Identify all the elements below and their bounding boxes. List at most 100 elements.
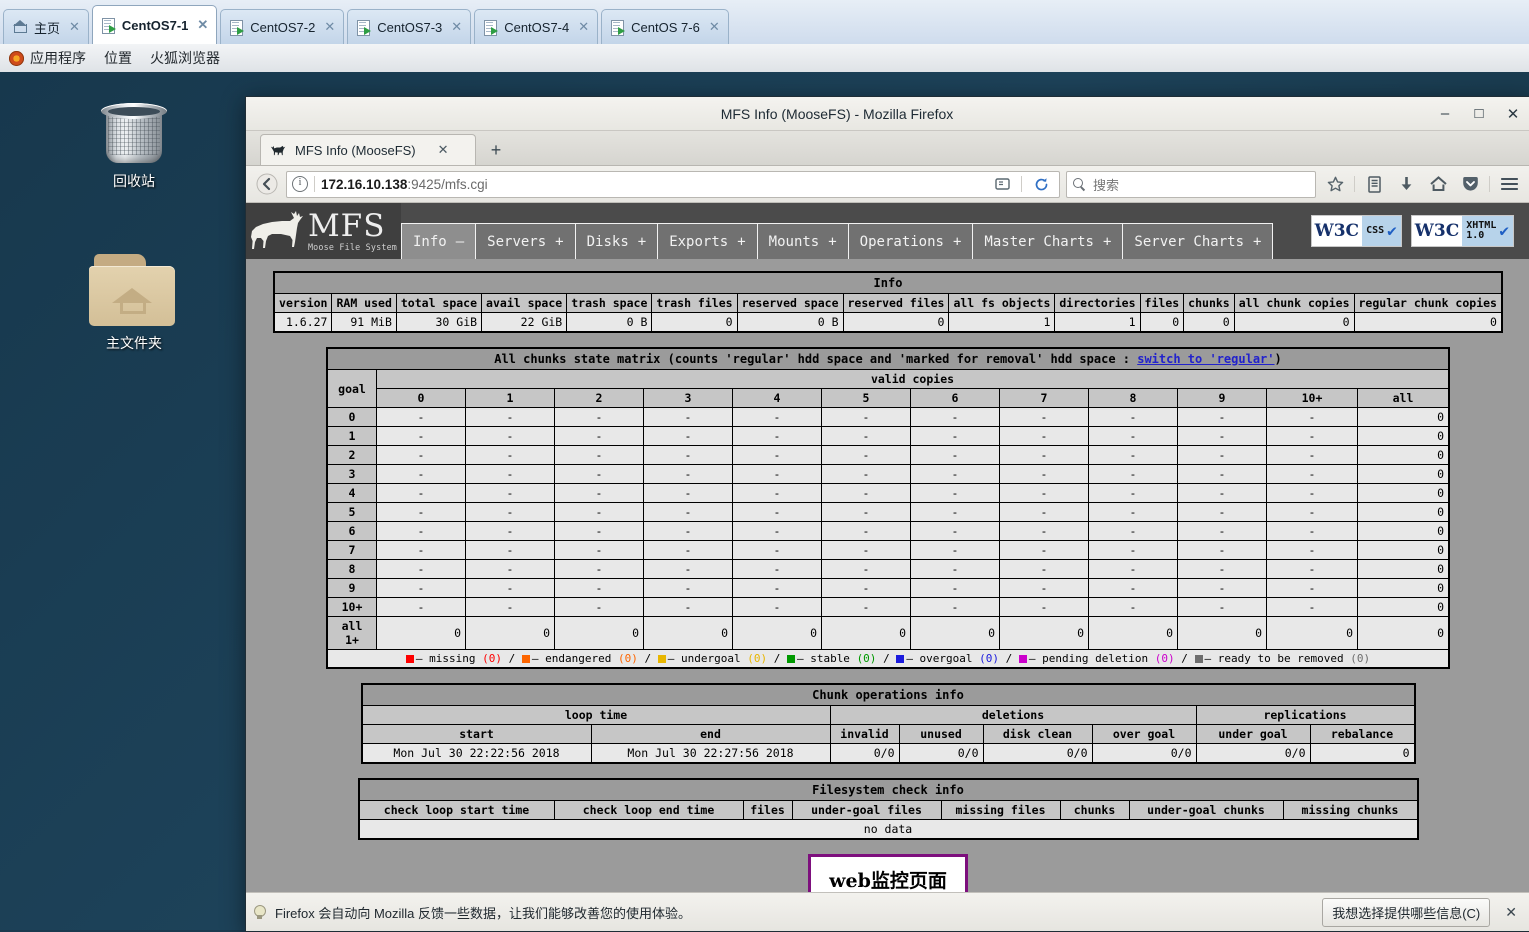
url-bar[interactable]: i 172.16.10.138:9425/mfs.cgi [286,170,1060,198]
vm-tab-3[interactable]: CentOS7-3 ✕ [347,9,472,44]
gnome-menu-applications[interactable]: 应用程序 [9,48,86,68]
firefox-window: MFS Info (MooseFS) - Mozilla Firefox – □… [245,96,1529,932]
matrix-cell: - [643,464,733,484]
vm-tab-1[interactable]: CentOS7-1 ✕ [91,5,218,44]
gnome-menu-places[interactable]: 位置 [104,48,132,68]
matrix-cell: - [821,578,911,598]
hamburger-menu-icon[interactable] [1496,171,1522,197]
mfs-nav-label: Master Charts [984,233,1094,250]
vm-tab-label: CentOS7-4 [504,19,570,35]
legend-swatch [521,655,530,663]
vm-tab-close-icon[interactable]: ✕ [321,19,335,35]
annotation-box: web监控页面 [808,854,968,892]
notification-close-icon[interactable]: ✕ [1499,904,1523,921]
mfs-nav-disks[interactable]: Disks + [574,223,659,259]
mfs-nav-sign: + [828,233,837,250]
bookmark-star-icon[interactable] [1322,171,1348,197]
home-icon[interactable] [1425,171,1451,197]
vm-tab-close-icon[interactable]: ✕ [194,17,208,33]
browser-tab-mfs-info[interactable]: MFS Info (MooseFS) ✕ [260,134,476,165]
mfs-nav-label: Disks [586,233,629,250]
mfs-nav-mounts[interactable]: Mounts + [756,223,849,259]
w3c-badge-1[interactable]: W3C XHTML 1.0 ✔ [1410,215,1514,247]
reader-mode-icon[interactable] [989,171,1015,197]
matrix-cell: - [910,597,1000,617]
mfs-nav-sign: + [737,233,746,250]
pocket-icon[interactable] [1457,171,1483,197]
fscheck-caption-row: Filesystem check info [358,778,1418,801]
matrix-cell: - [376,597,466,617]
matrix-cell: - [999,407,1089,427]
mfs-logo-subtitle: Moose File System [307,241,398,252]
vm-tab-5[interactable]: CentOS 7-6 ✕ [601,9,729,44]
legend-separator: / [508,652,516,665]
mfs-nav-label: Mounts [768,233,820,250]
matrix-cell: - [376,559,466,579]
page-info-icon[interactable]: i [292,176,308,192]
mfs-nav-master-charts[interactable]: Master Charts + [972,223,1124,259]
back-button[interactable] [254,171,280,197]
notification-choose-button[interactable]: 我想选择提供哪些信息(C) [1322,897,1491,927]
navbar-divider [1354,176,1355,192]
fscheck-header-cell: check loop start time [358,800,555,820]
legend-label: – ready to be removed [1204,652,1351,665]
legend-swatch [786,655,795,663]
mfs-nav-sign: + [1102,233,1112,250]
vm-icon [611,19,626,36]
search-bar[interactable]: 搜索 [1066,170,1316,198]
matrix-total-cell: 0 [999,616,1089,650]
notification-bar: Firefox 会自动向 Mozilla 反馈一些数据，让我们能够改善您的使用体… [246,892,1529,931]
matrix-cell: - [999,426,1089,446]
mfs-nav-info[interactable]: Info – [401,223,477,259]
matrix-cell: - [376,540,466,560]
matrix-cell: - [554,407,644,427]
chunkops-header-cell: over goal [1091,724,1197,744]
window-minimize-button[interactable]: – [1428,97,1462,130]
mfs-body: Info version RAM used total space avail spa… [246,259,1529,892]
chunkops-header-cell: rebalance [1309,724,1415,744]
matrix-column-header: 2 [554,388,644,408]
reload-icon[interactable] [1028,171,1054,197]
matrix-cell: - [821,597,911,617]
matrix-row-all: 0 [1357,597,1450,617]
mfs-nav-operations[interactable]: Operations + [847,223,974,259]
matrix-cell: - [821,521,911,541]
switch-to-regular-link[interactable]: switch to 'regular' [1137,352,1274,366]
vm-tab-close-icon[interactable]: ✕ [706,19,720,35]
desktop-icon-trash[interactable]: 回收站 [64,100,204,191]
moose-logo-icon [250,211,303,249]
mfs-nav-label: Exports [669,233,729,250]
gnome-foot-icon [9,50,24,66]
downloads-icon[interactable] [1393,171,1419,197]
info-value-cell: 1 [948,312,1056,333]
mfs-nav-server-charts[interactable]: Server Charts + [1122,223,1274,259]
matrix-cell: - [376,445,466,465]
matrix-cell: - [376,426,466,446]
matrix-row-all: 0 [1357,483,1450,503]
mfs-nav-exports[interactable]: Exports + [657,223,758,259]
vm-tab-close-icon[interactable]: ✕ [66,19,80,35]
desktop-icon-home-folder[interactable]: 主文件夹 [64,254,204,353]
vm-tab-close-icon[interactable]: ✕ [575,19,589,35]
vm-tab-0[interactable]: 主页 ✕ [3,9,89,44]
mfs-nav-label: Operations [859,233,944,250]
chunkops-header-cell: invalid [829,724,900,744]
vm-tab-close-icon[interactable]: ✕ [448,19,462,35]
window-close-button[interactable]: ✕ [1496,97,1529,130]
gnome-menu-firefox[interactable]: 火狐浏览器 [150,48,220,68]
matrix-cell: - [999,483,1089,503]
matrix-row-all: 0 [1357,578,1450,598]
matrix-cell: - [1177,540,1267,560]
window-maximize-button[interactable]: □ [1462,97,1496,130]
matrix-cell: - [376,407,466,427]
mfs-nav-servers[interactable]: Servers + [475,223,576,259]
new-tab-button[interactable]: + [484,140,508,160]
browser-tab-close-icon[interactable]: ✕ [438,142,449,158]
w3c-badge-0[interactable]: W3C CSS ✔ [1310,215,1402,247]
matrix-column-header: 7 [999,388,1089,408]
vm-tab-label: 主页 [34,20,61,36]
matrix-cell: - [1088,578,1178,598]
library-icon[interactable] [1361,171,1387,197]
vm-tab-2[interactable]: CentOS7-2 ✕ [220,9,345,44]
vm-tab-4[interactable]: CentOS7-4 ✕ [474,9,599,44]
